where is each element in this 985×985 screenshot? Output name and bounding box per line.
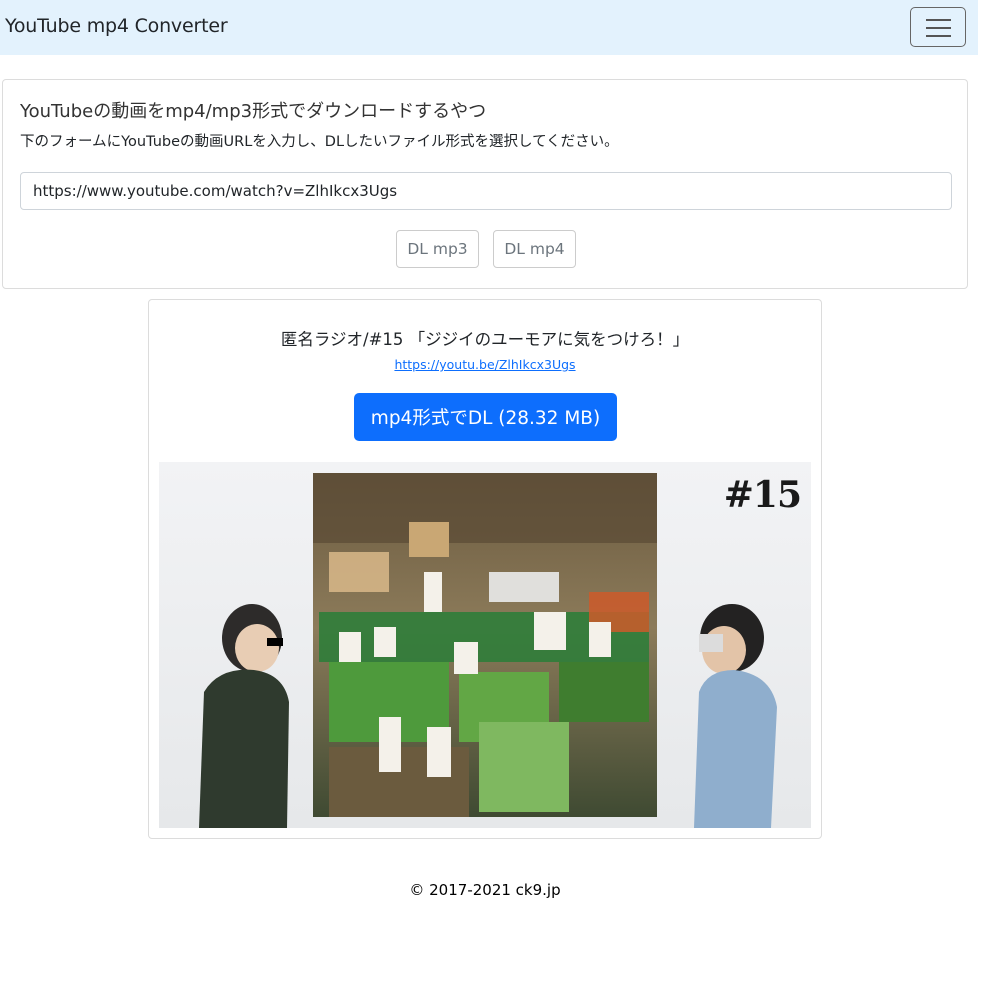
navbar: YouTube mp4 Converter: [0, 0, 978, 55]
video-link[interactable]: https://youtu.be/ZlhIkcx3Ugs: [149, 357, 821, 372]
video-thumbnail: #15: [159, 462, 811, 828]
url-input[interactable]: [20, 172, 952, 210]
footer-copyright: © 2017-2021 ck9.jp: [409, 881, 561, 899]
form-description: 下のフォームにYouTubeの動画URLを入力し、DLしたいファイル形式を選択し…: [20, 134, 619, 150]
dl-mp4-button[interactable]: DL mp4: [493, 230, 576, 268]
form-title: YouTubeの動画をmp4/mp3形式でダウンロードするやつ: [20, 101, 487, 122]
thumbnail-image: [159, 462, 811, 828]
dl-mp3-button[interactable]: DL mp3: [396, 230, 479, 268]
hamburger-menu-button[interactable]: [910, 7, 966, 47]
result-card: 匿名ラジオ/#15 「ジジイのユーモアに気をつけろ！」 https://yout…: [148, 299, 822, 839]
converter-form-card: YouTubeの動画をmp4/mp3形式でダウンロードするやつ 下のフォームにY…: [2, 79, 968, 289]
episode-number-label: #15: [723, 474, 802, 516]
brand-title[interactable]: YouTube mp4 Converter: [5, 15, 228, 37]
video-title: 匿名ラジオ/#15 「ジジイのユーモアに気をつけろ！」: [280, 330, 690, 349]
download-mp4-button[interactable]: mp4形式でDL (28.32 MB): [354, 393, 617, 441]
